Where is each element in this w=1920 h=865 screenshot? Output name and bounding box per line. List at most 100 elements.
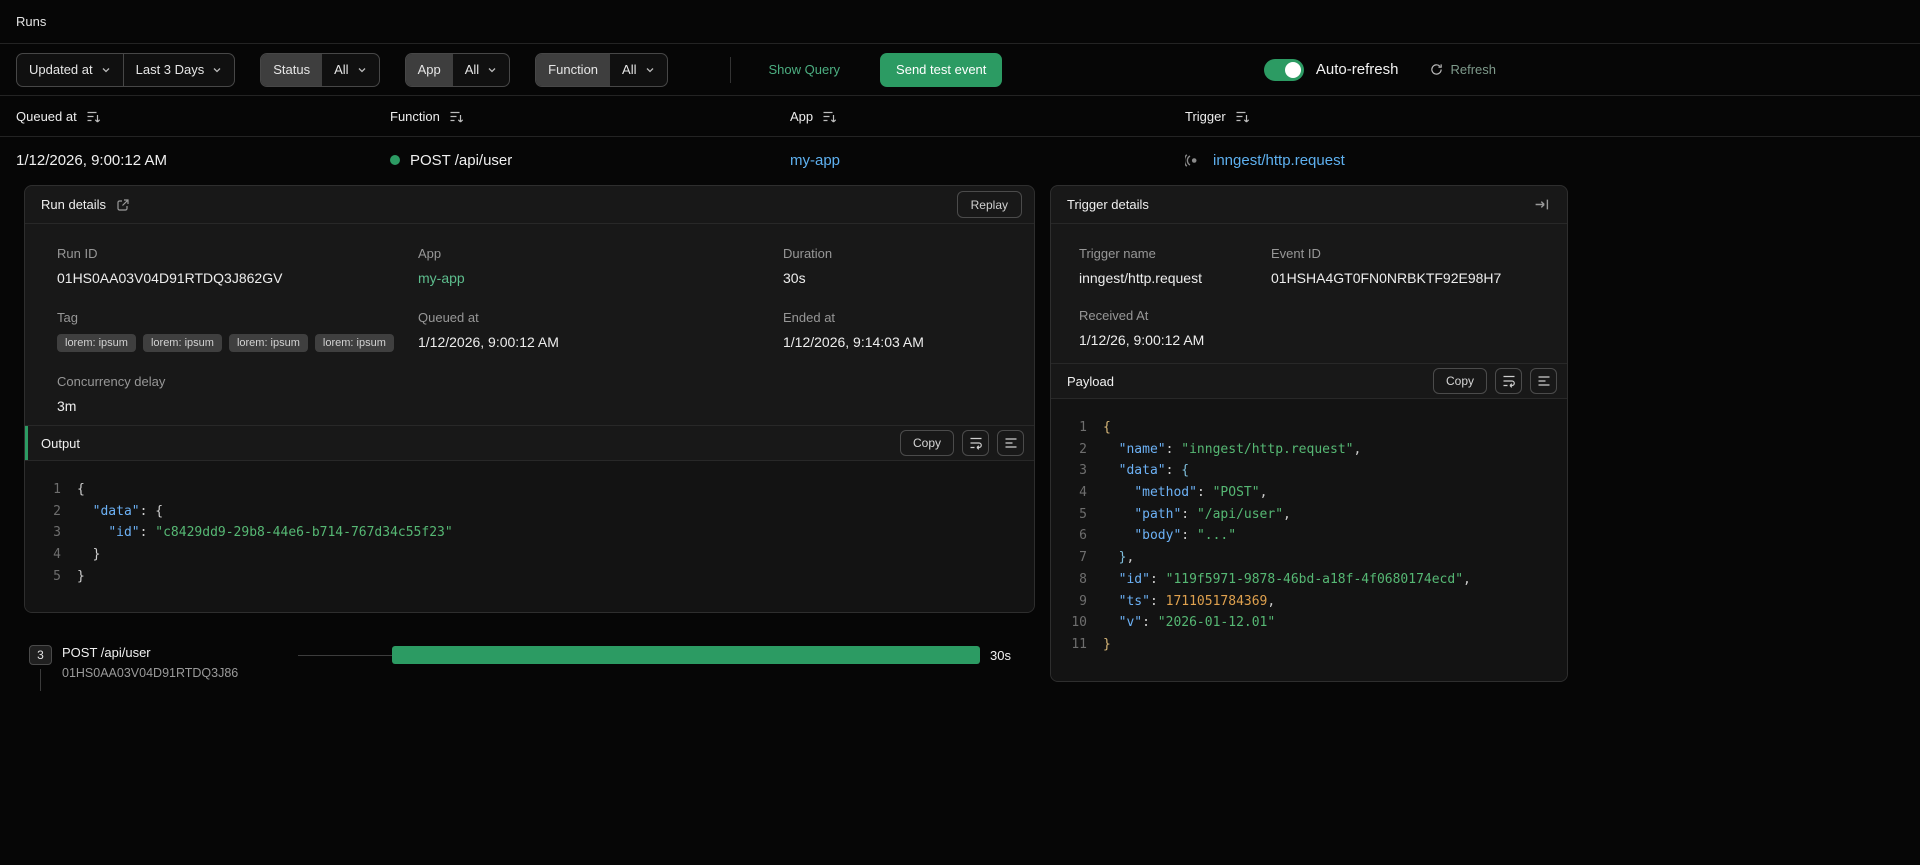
time-range-dropdown[interactable]: Last 3 Days <box>122 53 235 86</box>
code-line: 2 "data": { <box>25 501 1034 523</box>
tag-badge: lorem: ipsum <box>57 334 136 352</box>
run-row[interactable]: 1/12/2026, 9:00:12 AM POST /api/user my-… <box>0 137 1920 183</box>
filter-bar: Updated at Last 3 Days Status All App Al… <box>0 44 1920 96</box>
run-details-header: Run details Replay <box>25 186 1034 224</box>
send-test-event-button[interactable]: Send test event <box>880 52 1003 87</box>
field-queued-at: Queued at 1/12/2026, 9:00:12 AM <box>418 310 783 352</box>
column-label: App <box>790 108 814 124</box>
app-link[interactable]: my-app <box>418 270 465 286</box>
field-label: Tag <box>57 310 78 325</box>
external-link-icon[interactable] <box>116 198 130 212</box>
code-line: 9 "ts": 1711051784369, <box>1051 591 1567 613</box>
status-filter: Status All <box>260 52 380 87</box>
code-line: 4 } <box>25 544 1034 566</box>
filter-divider <box>729 56 731 83</box>
function-name: POST /api/user <box>410 151 513 169</box>
collapse-panel-button[interactable] <box>1528 192 1555 218</box>
run-queued-at: 1/12/2026, 9:00:12 AM <box>16 151 167 169</box>
code-line: 2 "name": "inngest/http.request", <box>1051 439 1567 461</box>
chevron-down-icon <box>357 65 367 75</box>
field-label: Queued at <box>418 310 479 325</box>
tag-badge: lorem: ipsum <box>228 334 308 352</box>
step-duration: 30s <box>990 648 1011 663</box>
copy-output-button[interactable]: Copy <box>899 430 954 456</box>
event-id-value: 01HSHA4GT0FN0NRBKTF92E98H7 <box>1271 270 1502 286</box>
status-filter-dropdown[interactable]: All <box>322 54 378 86</box>
column-header-app[interactable]: App <box>790 109 1185 124</box>
tag-badges: lorem: ipsum lorem: ipsum lorem: ipsum lore… <box>57 334 418 352</box>
format-payload-button[interactable] <box>1530 368 1557 394</box>
trigger-details-panel: Trigger details Trigger name inngest/htt… <box>1050 185 1568 682</box>
chevron-down-icon <box>645 65 655 75</box>
refresh-label: Refresh <box>1450 62 1496 77</box>
right-column: Trigger details Trigger name inngest/htt… <box>1050 185 1568 682</box>
chevron-down-icon <box>487 65 497 75</box>
run-details-body: Run ID 01HS0AA03V04D91RTDQ3J862GV App my… <box>25 224 1034 425</box>
line-number: 4 <box>53 547 61 563</box>
align-left-icon <box>1537 374 1551 388</box>
sort-icon[interactable] <box>1235 109 1250 124</box>
toggle-knob <box>1284 61 1301 78</box>
line-number: 5 <box>53 568 61 584</box>
sort-icon[interactable] <box>449 109 464 124</box>
run-id-value: 01HS0AA03V04D91RTDQ3J862GV <box>57 270 283 286</box>
trigger-details-title: Trigger details <box>1067 197 1149 212</box>
wrap-text-button[interactable] <box>962 430 989 456</box>
field-label: Ended at <box>783 310 836 325</box>
replay-button[interactable]: Replay <box>956 191 1022 218</box>
wrap-text-icon <box>1502 374 1516 388</box>
app-link[interactable]: my-app <box>790 152 840 169</box>
webhook-icon <box>1185 153 1204 167</box>
trigger-link[interactable]: inngest/http.request <box>1213 152 1345 169</box>
page-title: Runs <box>16 14 47 29</box>
app-filter-dropdown[interactable]: All <box>453 54 509 86</box>
updated-at-dropdown[interactable]: Updated at <box>17 54 123 86</box>
step-attempt-badge[interactable]: 3 <box>29 645 52 665</box>
refresh-button[interactable]: Refresh <box>1430 62 1496 77</box>
function-filter-value: All <box>622 62 637 77</box>
collapse-right-icon <box>1534 197 1549 212</box>
line-number: 8 <box>1079 571 1087 587</box>
function-filter-dropdown[interactable]: All <box>610 54 666 86</box>
topbar: Runs <box>0 0 1920 44</box>
payload-code-block[interactable]: 1{2 "name": "inngest/http.request", 3 "da… <box>1051 399 1567 681</box>
app-filter-label: App <box>405 53 453 86</box>
code-line: 3 "id": "c8429dd9-29b8-44e6-b714-767d34c… <box>25 522 1034 544</box>
field-received-at: Received At 1/12/26, 9:00:12 AM <box>1079 308 1271 348</box>
field-app: App my-app <box>418 246 783 288</box>
time-range-label: Last 3 Days <box>135 62 205 77</box>
wrap-text-button[interactable] <box>1495 368 1522 394</box>
line-number: 2 <box>1079 441 1087 457</box>
field-event-id: Event ID 01HSHA4GT0FN0NRBKTF92E98H7 <box>1271 246 1551 286</box>
field-run-id: Run ID 01HS0AA03V04D91RTDQ3J862GV <box>57 246 418 288</box>
code-line: 3 "data": { <box>1051 460 1567 482</box>
output-code-block[interactable]: 1{2 "data": {3 "id": "c8429dd9-29b8-44e6… <box>25 461 1034 612</box>
field-tag: Tag lorem: ipsum lorem: ipsum lorem: ipsum… <box>57 310 418 352</box>
auto-refresh-toggle[interactable] <box>1263 58 1304 81</box>
column-label: Trigger <box>1185 108 1226 124</box>
code-line: 5} <box>25 566 1034 588</box>
status-filter-label: Status <box>261 53 323 86</box>
column-label: Queued at <box>16 108 77 124</box>
step-run-id: 01HS0AA03V04D91RTDQ3J86 <box>62 666 239 680</box>
code-line: 5 "path": "/api/user", <box>1051 504 1567 526</box>
format-output-button[interactable] <box>997 430 1024 456</box>
field-duration: Duration 30s <box>783 246 1018 288</box>
step-progress-bar[interactable] <box>392 646 980 664</box>
line-number: 6 <box>1079 528 1087 544</box>
copy-payload-button[interactable]: Copy <box>1432 368 1487 394</box>
show-query-button[interactable]: Show Query <box>769 62 841 77</box>
column-header-trigger[interactable]: Trigger <box>1185 109 1904 124</box>
code-line: 1{ <box>1051 417 1567 439</box>
line-number: 9 <box>1079 593 1087 609</box>
line-number: 1 <box>53 482 61 497</box>
ended-at-value: 1/12/2026, 9:14:03 AM <box>783 334 924 350</box>
column-header-function[interactable]: Function <box>390 109 790 124</box>
sort-icon[interactable] <box>86 109 101 124</box>
column-header-queued-at[interactable]: Queued at <box>16 109 390 124</box>
line-number: 3 <box>53 525 61 541</box>
field-ended-at: Ended at 1/12/2026, 9:14:03 AM <box>783 310 1018 352</box>
run-trigger: inngest/http.request <box>1185 152 1904 169</box>
sort-icon[interactable] <box>822 109 837 124</box>
field-concurrency-delay: Concurrency delay 3m <box>57 374 418 414</box>
